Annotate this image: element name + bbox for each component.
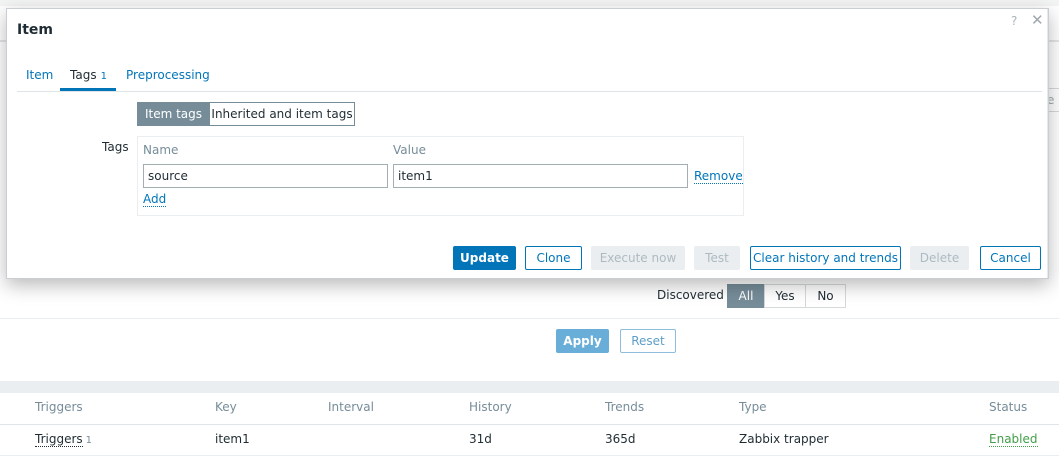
tags-field-label: Tags (102, 140, 129, 154)
tabs-divider (17, 91, 1042, 92)
top-strip (0, 0, 1059, 6)
test-button[interactable]: Test (694, 246, 740, 270)
triggers-count: 1 (85, 435, 93, 446)
cell-trends: 365d (605, 432, 636, 446)
tag-name-column-header: Name (143, 143, 179, 157)
triggers-link[interactable]: Triggers (35, 432, 83, 447)
add-tag-link[interactable]: Add (143, 192, 167, 207)
tab-item[interactable]: Item (26, 68, 53, 82)
clone-button[interactable]: Clone (525, 246, 582, 270)
help-icon[interactable]: ? (1011, 14, 1017, 28)
cancel-button[interactable]: Cancel (980, 246, 1041, 270)
execute-now-button[interactable]: Execute now (591, 246, 685, 270)
table-bottom-border (0, 455, 1059, 456)
cell-type: Zabbix trapper (739, 432, 829, 446)
discovered-no-option[interactable]: No (805, 284, 846, 308)
filter-separator (0, 318, 1059, 319)
dialog-title: Item (17, 22, 53, 38)
tab-preprocessing[interactable]: Preprocessing (126, 68, 210, 82)
tag-value-column-header: Value (393, 143, 426, 157)
header-interval[interactable]: Interval (328, 400, 374, 414)
cell-key: item1 (215, 432, 250, 446)
item-dialog: Item ? ✕ Item Tags 1 Preprocessing Item t… (6, 8, 1049, 279)
section-gap (0, 381, 1059, 393)
status-badge[interactable]: Enabled (989, 432, 1038, 447)
remove-tag-link[interactable]: Remove (694, 169, 743, 184)
header-trends[interactable]: Trends (605, 400, 644, 414)
inherited-tags-toggle[interactable]: Inherited and item tags (209, 102, 355, 126)
close-icon[interactable]: ✕ (1031, 11, 1044, 29)
dialog-scrollbar[interactable] (1047, 9, 1048, 278)
header-triggers[interactable]: Triggers (35, 400, 83, 414)
tag-value-input[interactable] (393, 164, 688, 188)
tab-tags-count: 1 (100, 71, 107, 82)
discovered-yes-option[interactable]: Yes (764, 284, 806, 308)
tab-tags[interactable]: Tags 1 (70, 68, 107, 82)
discovered-label: Discovered (657, 288, 724, 302)
update-button[interactable]: Update (453, 246, 516, 270)
delete-button[interactable]: Delete (910, 246, 969, 270)
discovered-all-option[interactable]: All (727, 284, 765, 308)
apply-button[interactable]: Apply (556, 329, 609, 353)
header-key[interactable]: Key (215, 400, 237, 414)
header-history[interactable]: History (469, 400, 512, 414)
cell-history: 31d (469, 432, 492, 446)
header-type[interactable]: Type (739, 400, 767, 414)
clear-history-button[interactable]: Clear history and trends (750, 246, 901, 270)
item-tags-toggle[interactable]: Item tags (137, 102, 210, 126)
tag-name-input[interactable] (143, 164, 388, 188)
cell-triggers[interactable]: Triggers 1 (35, 432, 93, 447)
header-status[interactable]: Status (989, 400, 1027, 414)
table-header-separator (0, 424, 1059, 425)
reset-button[interactable]: Reset (620, 329, 676, 353)
tab-tags-label: Tags (70, 68, 97, 82)
